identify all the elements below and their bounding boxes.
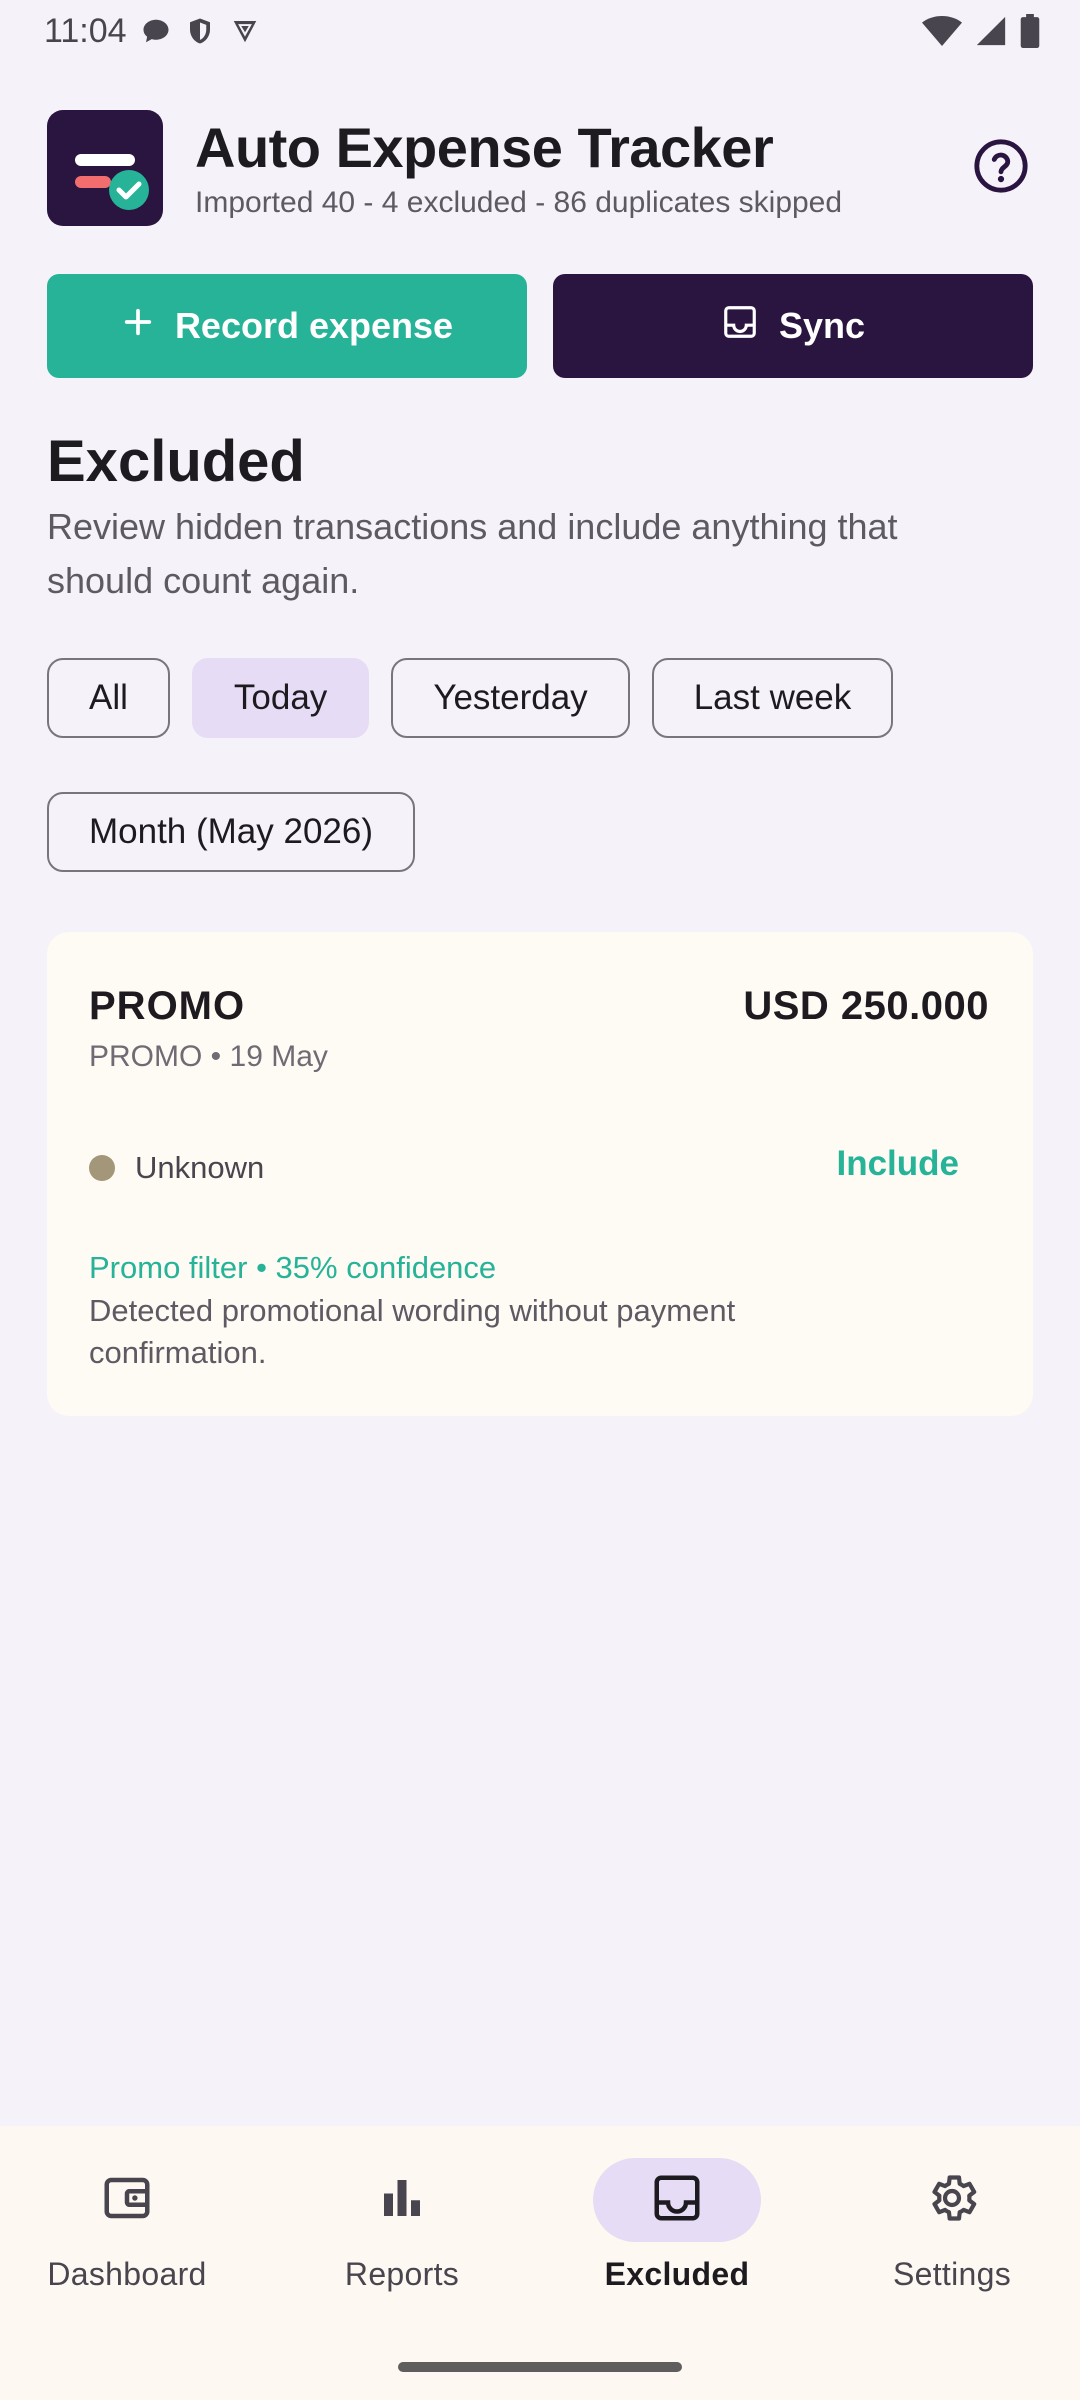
bar-chart-icon [375, 2171, 429, 2230]
home-indicator[interactable] [398, 2362, 682, 2372]
record-expense-button[interactable]: Record expense [47, 274, 527, 378]
filter-chip-today[interactable]: Today [191, 658, 370, 738]
filter-reason-title: Promo filter • 35% confidence [89, 1250, 497, 1285]
import-summary: Imported 40 - 4 excluded - 86 duplicates… [195, 186, 843, 219]
help-button[interactable] [969, 136, 1033, 200]
app-header: Auto Expense Tracker Imported 40 - 4 exc… [47, 110, 1033, 226]
nav-item-dashboard[interactable]: Dashboard [27, 2158, 227, 2293]
wallet-icon [100, 2171, 154, 2230]
nav-label-reports: Reports [344, 2256, 460, 2292]
status-right [922, 14, 1040, 48]
plus-icon [121, 305, 155, 348]
nav-item-settings[interactable]: Settings [852, 2158, 1052, 2293]
excluded-transaction-card: PROMO USD 250.000 PROMO • 19 May Unknown… [47, 932, 1033, 1416]
inbox-icon [650, 2171, 704, 2230]
transaction-meta: PROMO • 19 May [89, 1040, 328, 1073]
status-bar: 11:04 [0, 0, 1080, 62]
chat-bubble-icon [141, 16, 171, 46]
transaction-merchant: PROMO [89, 984, 246, 1028]
inbox-icon [721, 303, 759, 350]
filter-chip-all[interactable]: All [47, 658, 170, 738]
nav-item-excluded[interactable]: Excluded [577, 2158, 777, 2293]
category-dot-icon [89, 1155, 115, 1181]
transaction-category: Unknown [89, 1150, 264, 1186]
category-label: Unknown [135, 1150, 265, 1185]
status-left: 11:04 [44, 12, 261, 51]
filter-chip-month[interactable]: Month (May 2026) [47, 792, 416, 872]
status-time: 11:04 [44, 11, 127, 50]
header-text: Auto Expense Tracker Imported 40 - 4 exc… [195, 116, 961, 220]
filter-chip-last-week[interactable]: Last week [651, 658, 894, 738]
transaction-amount: USD 250.000 [743, 984, 989, 1028]
bottom-navigation: Dashboard Reports Excluded Settings [0, 2126, 1080, 2400]
sync-label: Sync [778, 305, 866, 346]
app-logo-icon [47, 110, 163, 226]
include-button[interactable]: Include [836, 1144, 959, 1184]
battery-icon [1020, 14, 1040, 48]
help-circle-icon [972, 137, 1030, 200]
filter-reason-detail: Detected promotional wording without pay… [89, 1293, 736, 1370]
nav-label-excluded: Excluded [604, 2256, 750, 2292]
signal-icon [974, 14, 1008, 48]
nav-label-dashboard: Dashboard [47, 2256, 207, 2292]
filter-chip-yesterday[interactable]: Yesterday [391, 658, 630, 738]
page-title: Excluded [47, 429, 305, 494]
gear-icon [924, 2170, 980, 2231]
nav-item-reports[interactable]: Reports [302, 2158, 502, 2293]
page-description: Review hidden transactions and include a… [47, 506, 898, 601]
sync-button[interactable]: Sync [553, 274, 1033, 378]
record-expense-label: Record expense [174, 305, 454, 346]
vpn-icon [229, 16, 261, 46]
wifi-icon [922, 14, 962, 48]
action-buttons: Record expense Sync [47, 274, 1033, 378]
shield-icon [185, 16, 215, 46]
app-title: Auto Expense Tracker [195, 116, 774, 179]
date-filter-chips: All Today Yesterday Last week Month (May… [47, 658, 1033, 872]
nav-label-settings: Settings [892, 2256, 1012, 2292]
